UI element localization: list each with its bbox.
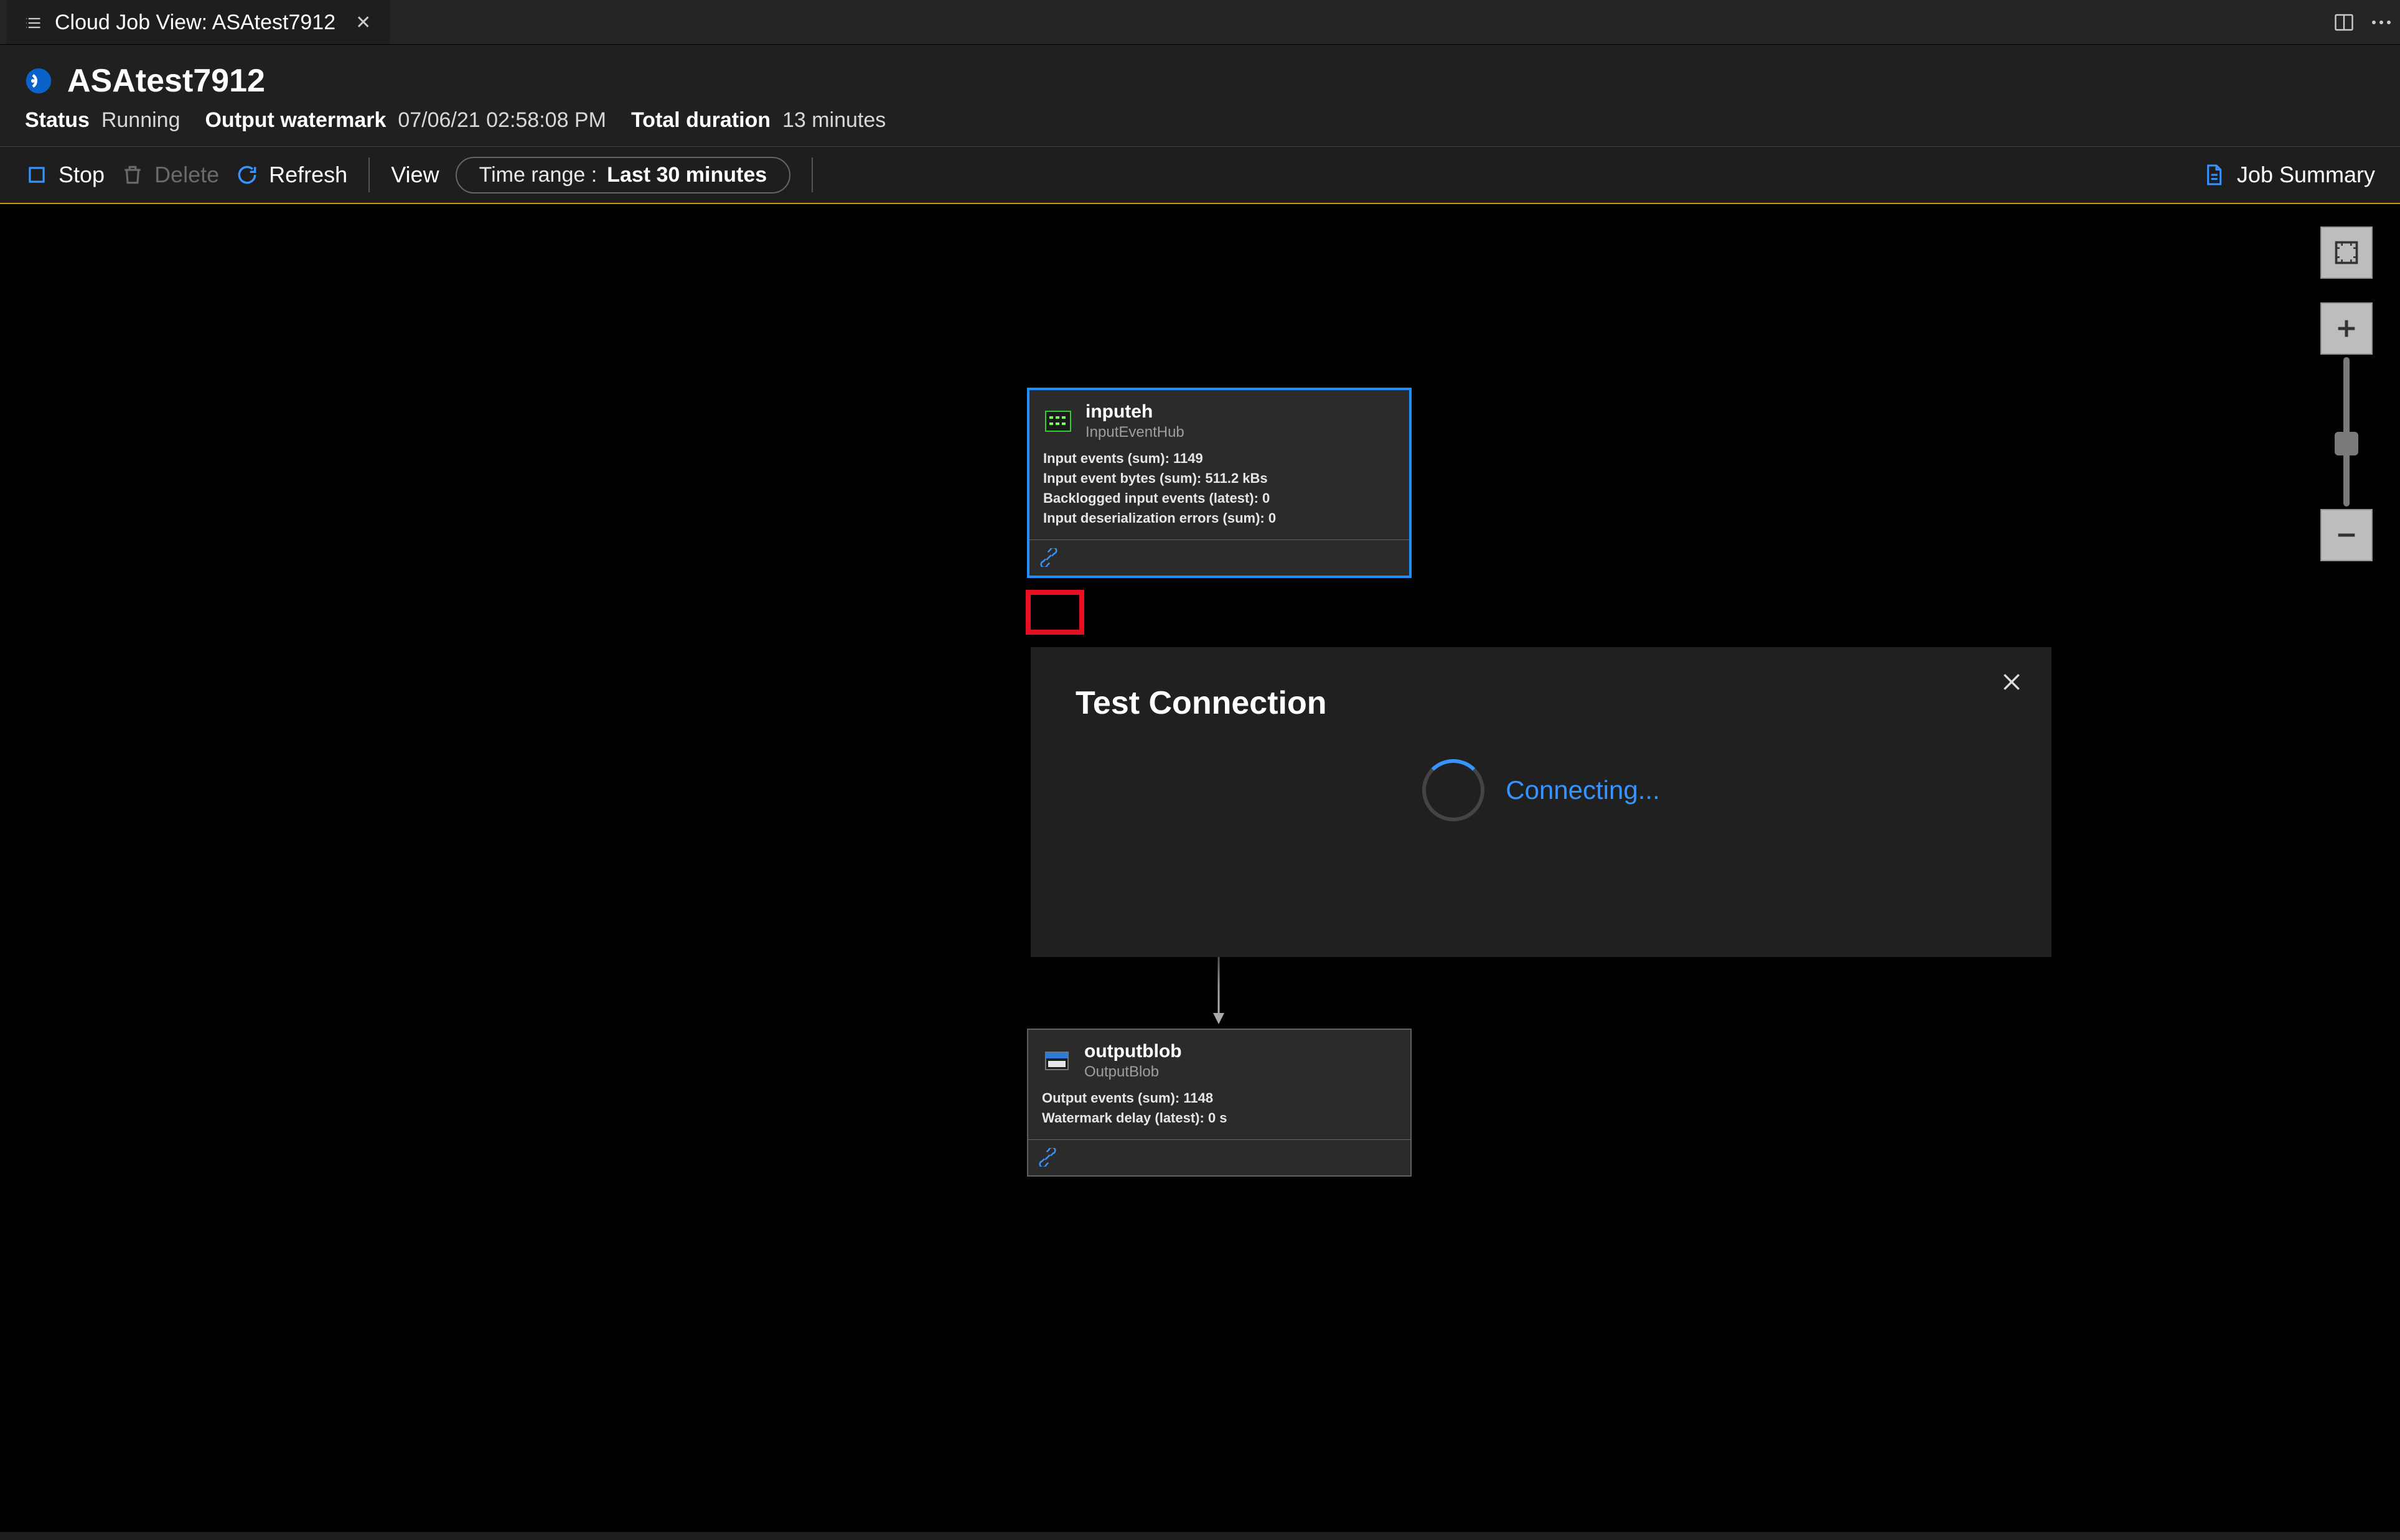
stop-icon xyxy=(25,163,49,187)
split-editor-icon xyxy=(2333,11,2355,34)
job-summary-label: Job Summary xyxy=(2237,162,2375,188)
connection-status-text: Connecting... xyxy=(1506,775,1660,805)
time-range-label: Time range : xyxy=(479,163,598,187)
toolbar-separator-2 xyxy=(812,157,813,192)
job-header: ASAtest7912 Status Running Output waterm… xyxy=(0,45,2400,146)
trash-icon xyxy=(121,163,144,187)
job-summary-button[interactable]: Job Summary xyxy=(2201,162,2375,188)
fit-screen-icon xyxy=(2333,239,2360,266)
editor-tab-bar: Cloud Job View: ASAtest7912 ✕ xyxy=(0,0,2400,45)
tab-title: Cloud Job View: ASAtest7912 xyxy=(55,11,335,35)
test-connection-dialog: Test Connection Connecting... xyxy=(1031,647,2051,957)
plug-icon[interactable] xyxy=(1039,548,1058,567)
node-output-footer xyxy=(1028,1139,1410,1175)
zoom-in-button[interactable] xyxy=(2320,302,2373,355)
status-value: Running xyxy=(101,108,180,132)
view-button[interactable]: View xyxy=(391,162,439,188)
stop-label: Stop xyxy=(59,162,105,188)
active-tab[interactable]: Cloud Job View: ASAtest7912 ✕ xyxy=(6,0,390,44)
plug-icon[interactable] xyxy=(1038,1148,1057,1167)
node-output-name: outputblob xyxy=(1084,1041,1182,1062)
eventhub-icon xyxy=(1043,406,1073,436)
azure-stream-icon xyxy=(25,67,52,95)
metric-row: Input deserialization errors (sum): 0 xyxy=(1043,508,1395,528)
refresh-button[interactable]: Refresh xyxy=(235,162,347,188)
metric-row: Backlogged input events (latest): 0 xyxy=(1043,488,1395,508)
close-tab-icon[interactable]: ✕ xyxy=(355,12,371,34)
watermark-label: Output watermark xyxy=(205,108,386,132)
delete-button: Delete xyxy=(121,162,219,188)
close-dialog-button[interactable] xyxy=(1999,670,2024,694)
annotation-red-box xyxy=(1026,590,1084,635)
split-editor-button[interactable] xyxy=(2325,0,2363,44)
time-range-selector[interactable]: Time range : Last 30 minutes xyxy=(456,157,791,194)
node-output-type: OutputBlob xyxy=(1084,1063,1182,1081)
spinner-icon xyxy=(1422,759,1484,821)
list-icon xyxy=(25,14,42,32)
document-icon xyxy=(2201,162,2226,187)
node-input-type: InputEventHub xyxy=(1085,424,1184,441)
zoom-slider-track[interactable] xyxy=(2343,357,2350,506)
toolbar: Stop Delete Refresh View Time range : La… xyxy=(0,147,2400,204)
connection-status-row: Connecting... xyxy=(1076,759,2007,821)
node-input-footer xyxy=(1029,539,1409,576)
watermark-value: 07/06/21 02:58:08 PM xyxy=(398,108,606,132)
duration-label: Total duration xyxy=(631,108,771,132)
diagram-canvas[interactable]: inputeh InputEventHub Input events (sum)… xyxy=(0,204,2400,1532)
zoom-slider-thumb[interactable] xyxy=(2335,432,2358,455)
close-icon xyxy=(1999,670,2024,694)
view-label: View xyxy=(391,162,439,188)
metric-row: Watermark delay (latest): 0 s xyxy=(1042,1108,1397,1128)
delete-label: Delete xyxy=(154,162,219,188)
job-title: ASAtest7912 xyxy=(67,62,265,100)
node-input-metrics: Input events (sum): 1149 Input event byt… xyxy=(1029,445,1409,539)
metric-row: Input event bytes (sum): 511.2 kBs xyxy=(1043,469,1395,488)
node-input-name: inputeh xyxy=(1085,401,1184,422)
node-output-metrics: Output events (sum): 1148 Watermark dela… xyxy=(1028,1085,1410,1139)
metric-row: Output events (sum): 1148 xyxy=(1042,1088,1397,1108)
node-input[interactable]: inputeh InputEventHub Input events (sum)… xyxy=(1027,388,1412,578)
zoom-controls xyxy=(2320,226,2373,561)
stop-button[interactable]: Stop xyxy=(25,162,105,188)
dialog-title: Test Connection xyxy=(1076,684,2007,722)
zoom-out-button[interactable] xyxy=(2320,509,2373,561)
blob-icon xyxy=(1042,1046,1072,1076)
refresh-icon xyxy=(235,163,259,187)
more-actions-button[interactable] xyxy=(2363,0,2400,44)
more-icon xyxy=(2370,19,2393,26)
status-label: Status xyxy=(25,108,90,132)
refresh-label: Refresh xyxy=(269,162,347,188)
time-range-value: Last 30 minutes xyxy=(607,163,767,187)
fit-to-screen-button[interactable] xyxy=(2320,226,2373,279)
minus-icon xyxy=(2334,523,2359,548)
node-output[interactable]: outputblob OutputBlob Output events (sum… xyxy=(1027,1029,1412,1177)
edge-input-to-output xyxy=(1209,957,1228,1025)
toolbar-separator xyxy=(368,157,370,192)
plus-icon xyxy=(2334,316,2359,341)
duration-value: 13 minutes xyxy=(782,108,886,132)
metric-row: Input events (sum): 1149 xyxy=(1043,449,1395,469)
